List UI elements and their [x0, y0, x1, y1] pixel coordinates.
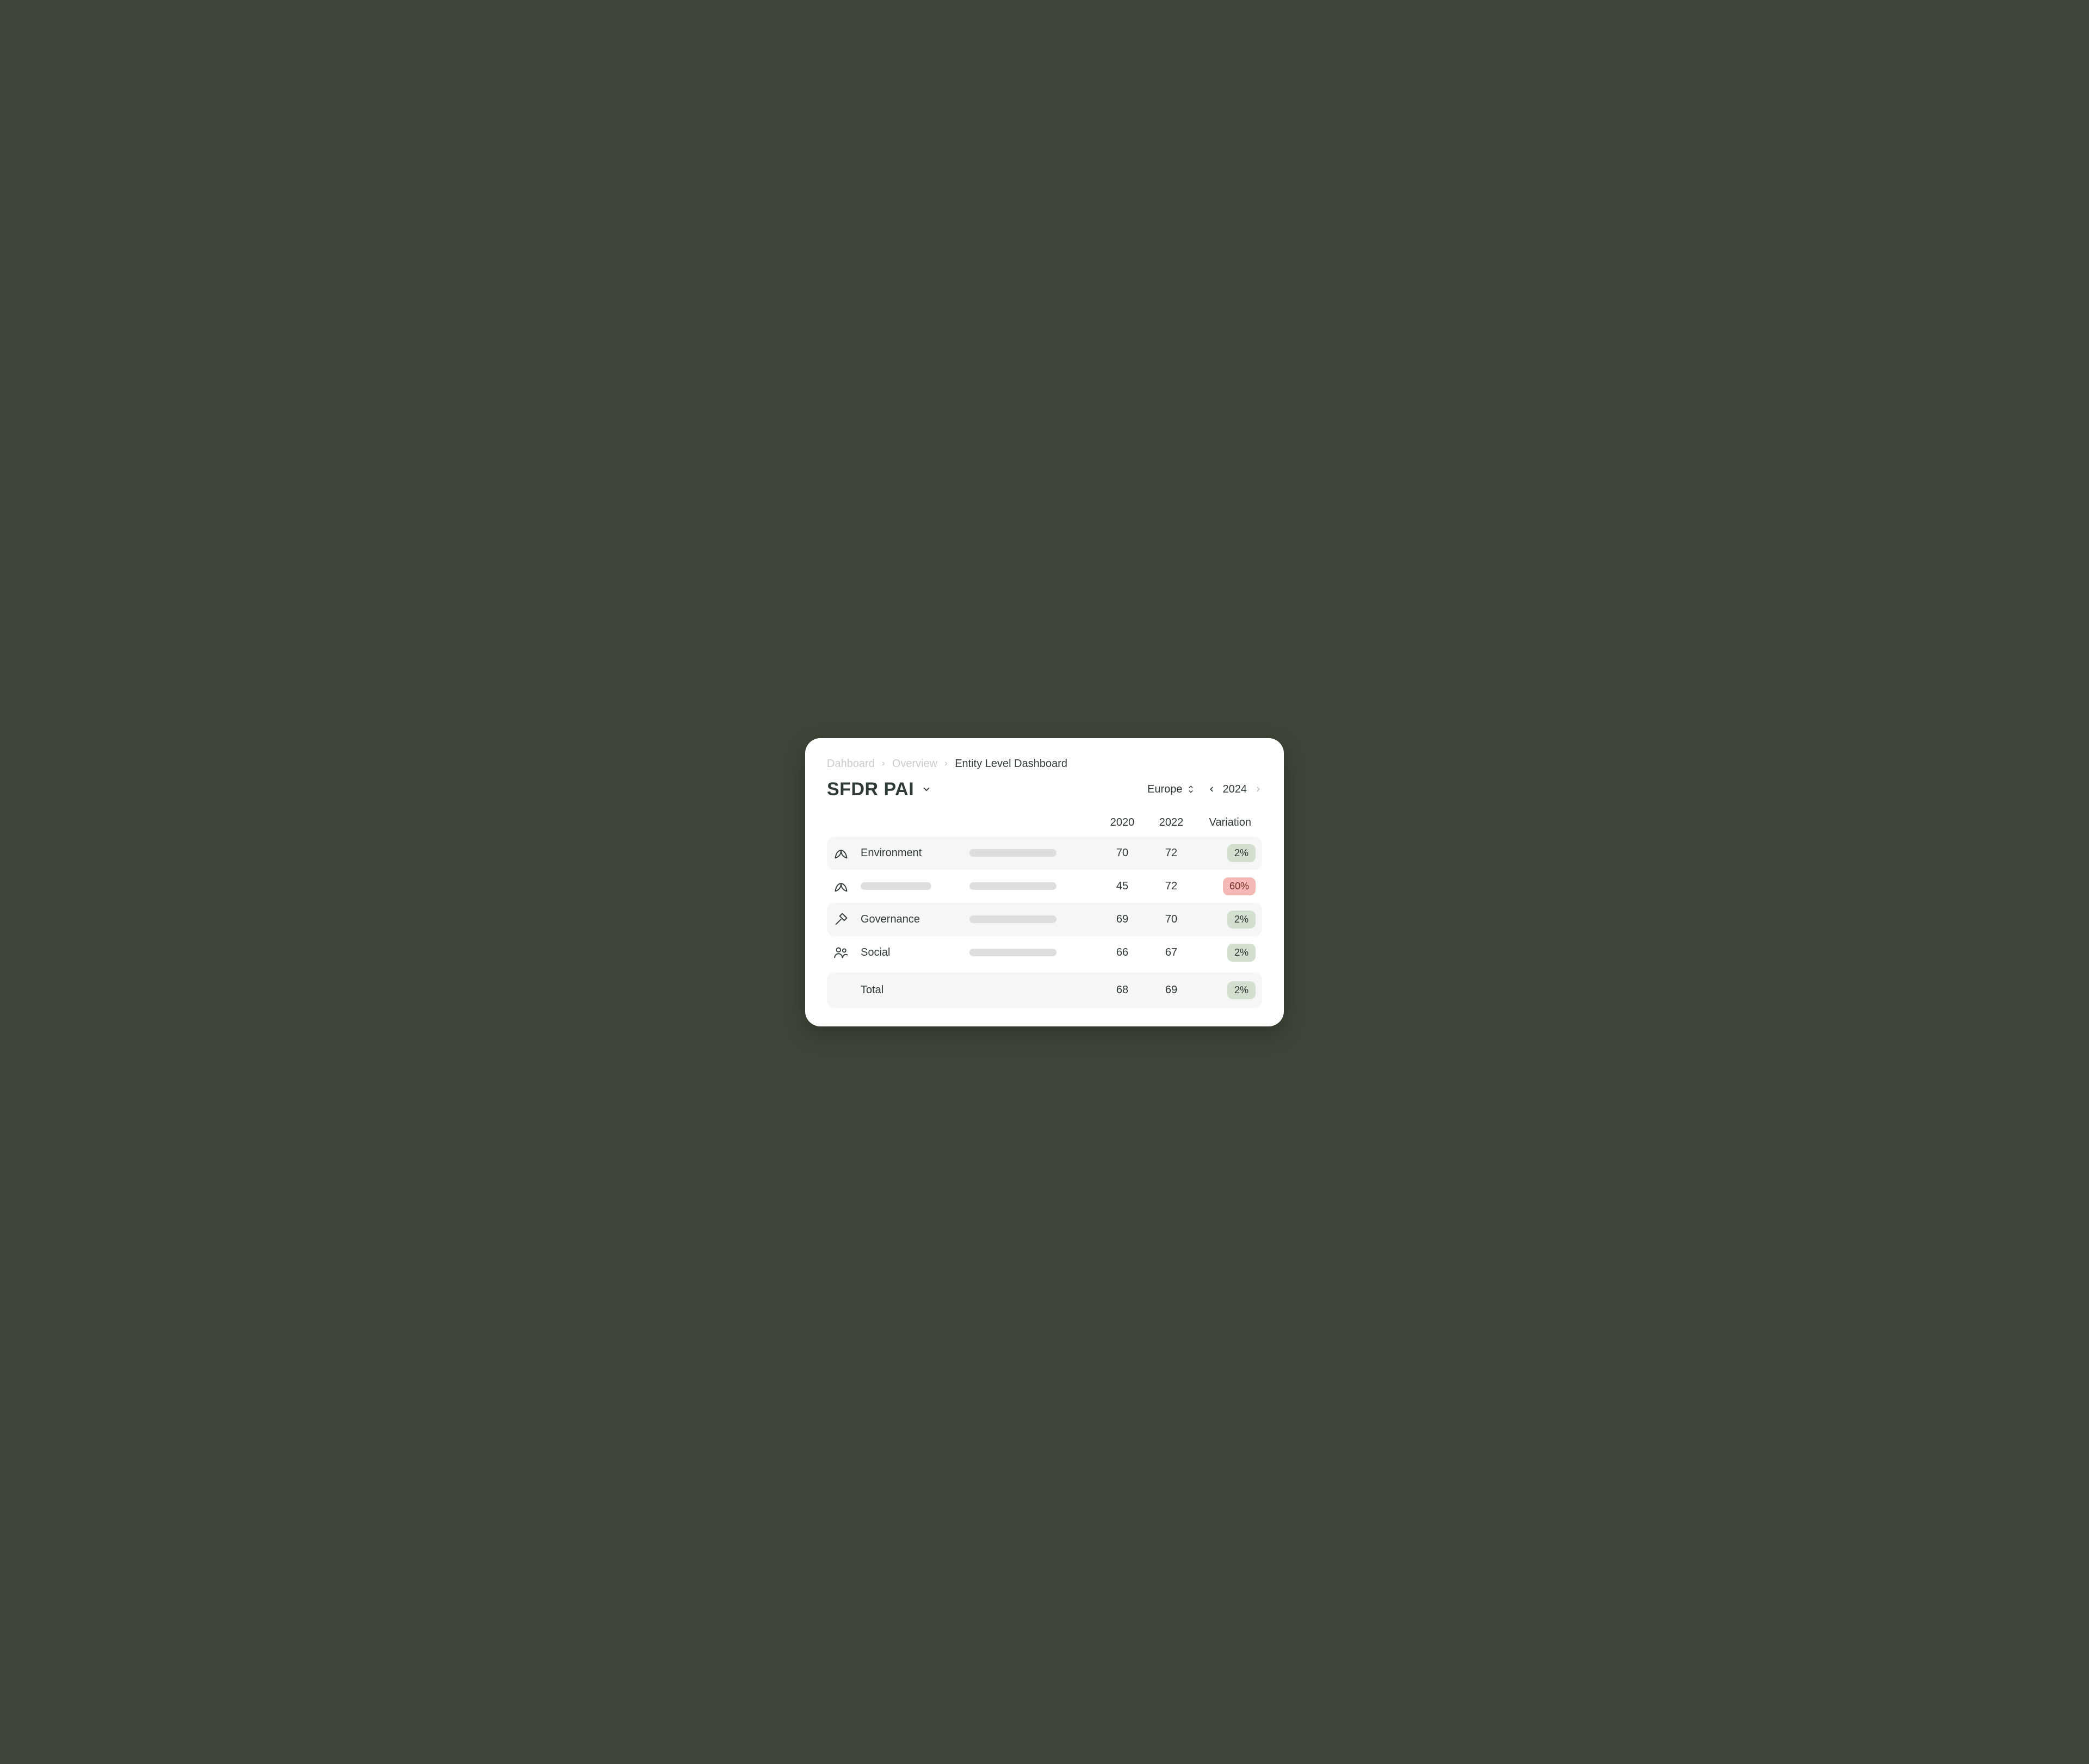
table-total-row: Total 68 69 2% [827, 973, 1262, 1008]
variation-badge: 2% [1227, 911, 1256, 929]
chevron-right-icon [943, 760, 949, 767]
row-label: Governance [861, 913, 969, 926]
column-header-variation: Variation [1196, 816, 1256, 829]
total-2020: 68 [1098, 984, 1147, 996]
cell-2020: 45 [1098, 880, 1147, 893]
metric-placeholder [969, 915, 1056, 923]
metrics-table: 2020 2022 Variation Environment 70 72 2% [827, 816, 1262, 1008]
gavel-icon [833, 912, 861, 927]
page-title-select[interactable]: SFDR PAI [827, 779, 931, 800]
page-title: SFDR PAI [827, 779, 914, 800]
chevron-down-icon [922, 784, 931, 794]
cell-2022: 72 [1147, 847, 1196, 859]
region-select[interactable]: Europe [1147, 783, 1195, 796]
row-label: Social [861, 946, 969, 959]
variation-badge: 2% [1227, 944, 1256, 962]
dashboard-card: Dahboard Overview Entity Level Dashboard… [805, 738, 1284, 1026]
year-prev-button[interactable] [1208, 785, 1215, 793]
label-placeholder [861, 882, 931, 890]
table-row[interactable]: 45 72 60% [827, 870, 1262, 903]
year-value: 2024 [1223, 783, 1247, 796]
breadcrumb-item-dashboard[interactable]: Dahboard [827, 758, 875, 770]
variation-badge: 60% [1223, 877, 1256, 895]
table-row[interactable]: Environment 70 72 2% [827, 837, 1262, 870]
region-label: Europe [1147, 783, 1183, 796]
year-select: 2024 [1208, 783, 1263, 796]
breadcrumb: Dahboard Overview Entity Level Dashboard [827, 758, 1262, 770]
column-header-2022: 2022 [1147, 816, 1196, 829]
breadcrumb-item-overview[interactable]: Overview [892, 758, 937, 770]
metric-placeholder [969, 949, 1056, 956]
variation-badge: 2% [1227, 844, 1256, 862]
breadcrumb-item-current: Entity Level Dashboard [955, 758, 1067, 770]
table-row[interactable]: Governance 69 70 2% [827, 903, 1262, 936]
metric-placeholder [969, 849, 1056, 857]
leaf-icon [833, 878, 861, 894]
table-row[interactable]: Social 66 67 2% [827, 936, 1262, 969]
total-2022: 69 [1147, 984, 1196, 996]
column-header-2020: 2020 [1098, 816, 1147, 829]
chevron-right-icon [880, 760, 887, 767]
metric-placeholder [969, 882, 1056, 890]
year-next-button[interactable] [1254, 785, 1262, 793]
cell-2020: 69 [1098, 913, 1147, 926]
cell-2022: 72 [1147, 880, 1196, 893]
people-icon [833, 945, 861, 960]
cell-2020: 70 [1098, 847, 1147, 859]
variation-badge: 2% [1227, 981, 1256, 999]
cell-2022: 67 [1147, 946, 1196, 959]
leaf-icon [833, 845, 861, 861]
row-label: Environment [861, 847, 969, 859]
total-label: Total [861, 984, 969, 996]
cell-2020: 66 [1098, 946, 1147, 959]
cell-2022: 70 [1147, 913, 1196, 926]
sort-icon [1187, 785, 1195, 794]
table-header: 2020 2022 Variation [827, 816, 1262, 837]
